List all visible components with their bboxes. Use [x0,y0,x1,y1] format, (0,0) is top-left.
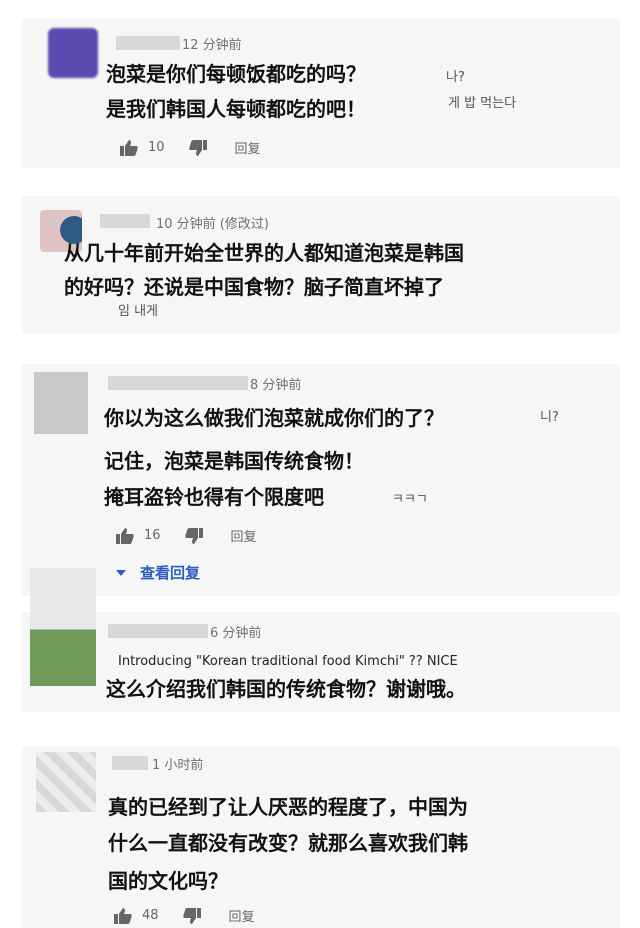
username[interactable] [116,36,180,50]
comment-time: 6 分钟前 [210,626,262,641]
avatar[interactable] [34,372,88,434]
username[interactable] [108,624,208,638]
reply-button[interactable]: 回复 [229,906,255,925]
view-replies-button[interactable]: 查看回复 [116,562,200,583]
thumbs-up-icon[interactable] [114,907,132,924]
username[interactable] [100,214,150,228]
thumbs-down-icon[interactable] [184,527,203,544]
comment-text-line: 这么介绍我们韩国的传统食物？谢谢哦。 [106,677,466,701]
comment-actions: 48 回复 [114,906,255,925]
comment-text-line: 掩耳盗铃也得有个限度吧 [104,485,324,509]
reply-button[interactable]: 回复 [235,138,261,157]
korean-overlay: ㅋㅋㄱ [392,492,428,507]
comment-text-line: 的好吗？还说是中国食物？脑子简直坏掉了 [64,275,444,299]
like-count: 48 [142,908,159,923]
username[interactable] [112,756,148,770]
like-count: 10 [148,140,165,155]
comment-time: 1 小时前 [152,758,204,773]
comment-text-line: 真的已经到了让人厌恶的程度了，中国为 [108,795,468,819]
view-replies-label: 查看回复 [140,564,201,582]
comment-text-line: 记住，泡菜是韩国传统食物！ [104,449,364,473]
comment-actions: 16 回复 [116,526,257,545]
thumbs-down-icon[interactable] [182,907,201,924]
comment-time: 10 分钟前 (修改过) [156,217,269,232]
avatar[interactable] [30,568,96,686]
comment-text-line: 国的文化吗？ [108,869,228,893]
like-count: 16 [144,528,161,543]
korean-overlay: 임 내게 [118,304,159,319]
comment-actions: 10 回复 [120,138,261,157]
username[interactable] [108,376,248,390]
comment-text-line: 从几十年前开始全世界的人都知道泡菜是韩国 [64,241,464,265]
comment-card [22,364,620,596]
korean-overlay: 나? [446,70,465,85]
avatar[interactable] [36,752,96,812]
comment-text-line: 什么一直都没有改变？就那么喜欢我们韩 [108,831,468,855]
chevron-down-icon [116,569,126,576]
comment-text-line: 泡菜是你们每顿饭都吃的吗？ [106,62,366,86]
thumbs-up-icon[interactable] [120,139,138,156]
comment-time: 12 分钟前 [182,38,242,53]
avatar[interactable] [48,28,98,78]
comment-text-line: 是我们韩国人每顿都吃的吧！ [106,97,366,121]
comment-card [22,18,620,168]
comment-time: 8 分钟前 [250,378,302,393]
korean-overlay: 니? [540,410,559,425]
korean-overlay: 게 밥 먹는다 [448,96,517,111]
reply-button[interactable]: 回复 [231,526,257,545]
thumbs-up-icon[interactable] [116,527,134,544]
comment-english-text: Introducing "Korean traditional food Kim… [118,654,458,669]
thumbs-down-icon[interactable] [188,139,207,156]
comment-text-line: 你以为这么做我们泡菜就成你们的了？ [104,406,444,430]
